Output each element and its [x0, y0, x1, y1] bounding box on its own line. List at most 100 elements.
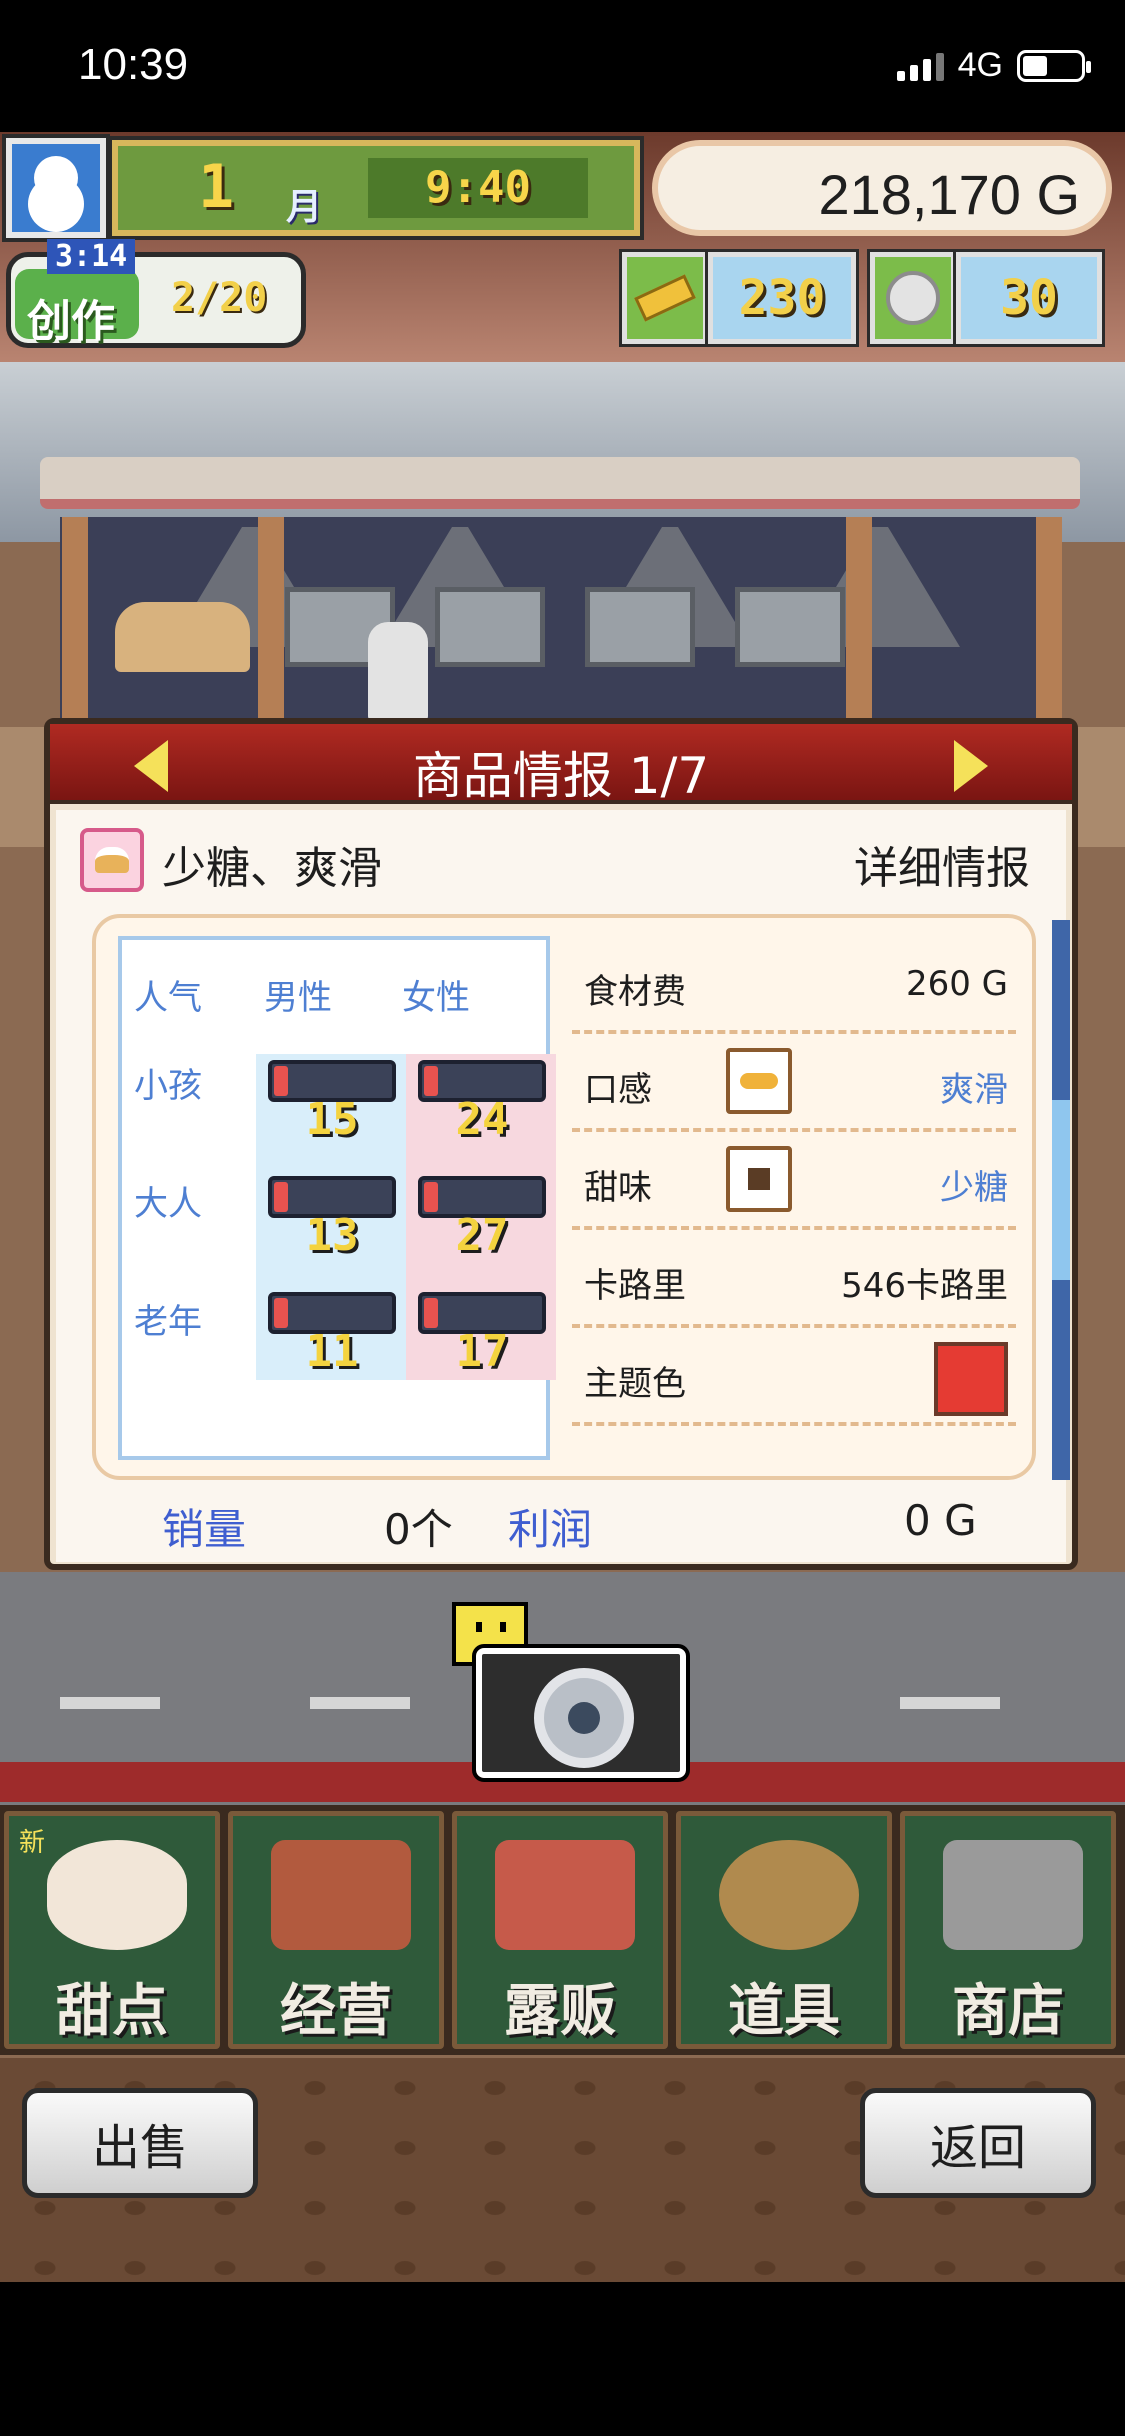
- network-type: 4G: [957, 46, 1003, 84]
- male-header: 男性: [264, 978, 332, 1018]
- scroll-thumb[interactable]: [1052, 1100, 1070, 1280]
- menu-item-management[interactable]: 经营: [228, 1811, 444, 2049]
- popularity-value: 13: [305, 1210, 359, 1261]
- sweetness-icon: [726, 1146, 792, 1212]
- money-value: 218,170 G: [818, 163, 1080, 226]
- profit-label: 利润: [508, 1505, 593, 1554]
- popularity-table: 人气 男性 女性 小孩 大人 老年 15 24 13 27 11 17: [118, 936, 556, 1460]
- detail-info-link[interactable]: 详细情报: [854, 832, 1030, 896]
- create-button[interactable]: 创作 3:14 2/20: [6, 239, 306, 348]
- stats-card: 人气 男性 女性 小孩 大人 老年 15 24 13 27 11 17 食材费 …: [92, 914, 1036, 1480]
- status-indicators: 4G: [896, 46, 1091, 85]
- product-name: 少糖、爽滑: [162, 843, 382, 894]
- sweetness-value: 少糖: [940, 1168, 1008, 1208]
- cake-icon: [47, 1840, 187, 1950]
- player-avatar[interactable]: [2, 134, 110, 242]
- texture-row: 口感 爽滑: [572, 1034, 1016, 1132]
- texture-icon: [726, 1048, 792, 1114]
- snowman-icon: [34, 156, 78, 200]
- medal-icon: [886, 271, 940, 325]
- sweetness-label: 甜味: [584, 1168, 652, 1208]
- sweetness-row: 甜味 少糖: [572, 1132, 1016, 1230]
- status-time: 10:39: [78, 40, 189, 89]
- ingredient-cost-row: 食材费 260 G: [572, 936, 1016, 1034]
- calories-row: 卡路里 546卡路里: [572, 1230, 1016, 1328]
- profit-value: 0 G: [904, 1496, 977, 1545]
- panel-footer: 销量 0个 利润 0 G: [56, 1486, 1066, 1556]
- calendar-display: 1 月 9:40: [108, 136, 644, 240]
- gold-resource[interactable]: 230: [619, 249, 859, 347]
- cart-icon: [943, 1840, 1083, 1950]
- menu-label: 商店: [952, 1979, 1064, 2044]
- theme-color-row: 主题色: [572, 1328, 1016, 1426]
- menu-item-store[interactable]: 商店: [900, 1811, 1116, 2049]
- menu-item-items[interactable]: 道具: [676, 1811, 892, 2049]
- create-timer: 3:14: [47, 239, 136, 274]
- cake-icon: [80, 828, 144, 892]
- status-bar: 10:39 4G: [0, 0, 1125, 132]
- menu-label: 道具: [728, 1979, 840, 2044]
- panel-body: 少糖、爽滑 详细情报 人气 男性 女性 小孩 大人 老年 15 24 13 27…: [56, 810, 1070, 1562]
- product-attributes: 食材费 260 G 口感 爽滑 甜味 少糖 卡路里 546卡路里 主题色: [572, 936, 1016, 1460]
- camera-icon[interactable]: [472, 1644, 690, 1782]
- menu-label: 露贩: [504, 1979, 616, 2044]
- back-button[interactable]: 返回: [860, 2088, 1096, 2198]
- popularity-value: 15: [305, 1094, 359, 1145]
- row-label-adult: 大人: [134, 1184, 202, 1224]
- chef-character[interactable]: [368, 622, 428, 722]
- popularity-value: 17: [455, 1326, 509, 1377]
- product-info-panel: 商品情报 1/7 少糖、爽滑 详细情报 人气 男性 女性 小孩 大人 老年 15…: [44, 718, 1078, 1570]
- medal-value: 30: [953, 249, 1105, 347]
- medal-resource[interactable]: 30: [867, 249, 1105, 347]
- bottom-menu: 新 甜点 经营 露贩 道具 商店: [0, 1805, 1125, 2055]
- popularity-header: 人气: [134, 978, 202, 1018]
- menu-label: 甜点: [56, 1979, 168, 2044]
- oven: [735, 587, 845, 667]
- home-indicator-area: [0, 2282, 1125, 2436]
- female-header: 女性: [402, 978, 470, 1018]
- texture-value: 爽滑: [940, 1070, 1008, 1110]
- sell-button[interactable]: 出售: [22, 2088, 258, 2198]
- gold-bar-icon: [634, 274, 696, 322]
- gear-bag-icon: [719, 1840, 859, 1950]
- app-root: { "status_bar": { "time": "10:39", "netw…: [0, 0, 1125, 2436]
- next-arrow-icon[interactable]: [954, 740, 988, 792]
- sales-value: 0个: [384, 1505, 453, 1554]
- shop-roof: [40, 457, 1080, 509]
- signal-icon: [896, 51, 944, 81]
- panel-title: 商品情报 1/7: [412, 747, 710, 805]
- menu-label: 经营: [280, 1979, 392, 2044]
- sales-label: 销量: [162, 1505, 247, 1554]
- popularity-value: 11: [305, 1326, 359, 1377]
- texture-label: 口感: [584, 1070, 652, 1110]
- popularity-value: 27: [455, 1210, 509, 1261]
- oven: [585, 587, 695, 667]
- action-bar: 出售 返回: [0, 2058, 1125, 2282]
- battery-icon: [1017, 49, 1091, 82]
- calories-value: 546卡路里: [841, 1266, 1008, 1306]
- truck-icon: [495, 1840, 635, 1950]
- panel-header: 商品情报 1/7: [50, 724, 1072, 805]
- theme-color-swatch: [934, 1342, 1008, 1416]
- row-label-child: 小孩: [134, 1066, 202, 1106]
- ingredient-cost-label: 食材费: [584, 972, 686, 1012]
- shop-icon: [271, 1840, 411, 1950]
- menu-item-food-truck[interactable]: 露贩: [452, 1811, 668, 2049]
- theme-color-label: 主题色: [584, 1364, 686, 1404]
- month-number: 1: [198, 152, 235, 222]
- popularity-value: 24: [455, 1094, 509, 1145]
- game-clock: 9:40: [425, 162, 531, 213]
- create-label: 创作: [27, 296, 115, 347]
- new-badge: 新: [19, 1828, 46, 1858]
- menu-item-dessert[interactable]: 新 甜点: [4, 1811, 220, 2049]
- row-label-elder: 老年: [134, 1302, 202, 1342]
- gold-value: 230: [705, 249, 859, 347]
- oven: [435, 587, 545, 667]
- ingredient-cost-value: 260 G: [905, 964, 1008, 1004]
- month-label: 月: [286, 187, 323, 228]
- create-count: 2/20: [171, 275, 268, 321]
- scrollbar[interactable]: [1052, 920, 1070, 1480]
- money-display: 218,170 G: [652, 140, 1112, 236]
- calories-label: 卡路里: [584, 1266, 686, 1306]
- bread-display: [115, 602, 250, 672]
